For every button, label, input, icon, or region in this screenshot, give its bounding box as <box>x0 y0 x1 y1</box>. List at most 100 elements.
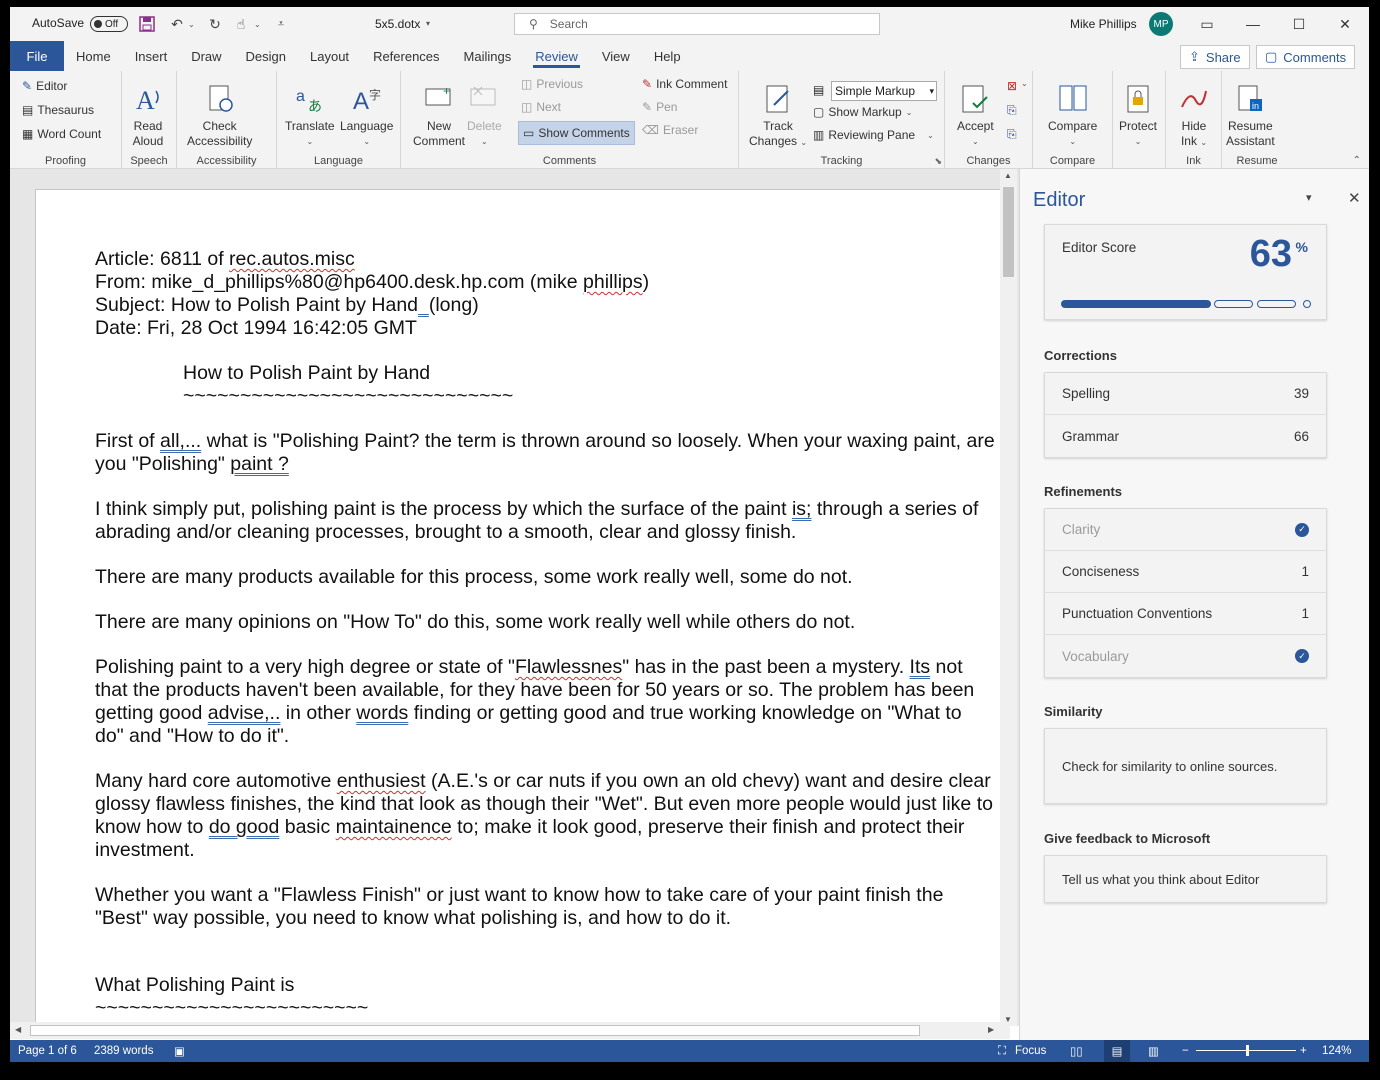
track-changes-button[interactable]: Track Changes ⌄ <box>749 83 807 150</box>
tab-file[interactable]: File <box>10 41 64 71</box>
previous-comment-button[interactable]: ◫ Previous <box>521 77 583 91</box>
document-area[interactable]: Article: 6811 of rec.autos.misc From: mi… <box>10 169 1019 1026</box>
tab-view[interactable]: View <box>590 41 642 71</box>
hide-ink-button[interactable]: Hide Ink ⌄ <box>1178 83 1210 150</box>
maximize-icon[interactable]: ☐ <box>1276 7 1322 41</box>
refinements-title: Refinements <box>1044 484 1123 499</box>
customize-qat-icon[interactable]: ⩡ <box>270 13 292 35</box>
group-label-accessibility: Accessibility <box>196 155 257 167</box>
next-change-icon[interactable]: ⎘ <box>1007 127 1017 142</box>
editor-button[interactable]: ✎ Editor <box>22 79 67 93</box>
tab-references[interactable]: References <box>361 41 451 71</box>
accept-button[interactable]: Accept ⌄ <box>957 83 994 149</box>
resume-assistant-button[interactable]: in Resume Assistant <box>1226 83 1275 149</box>
protect-button[interactable]: Protect ⌄ <box>1119 83 1157 149</box>
zoom-slider-thumb[interactable] <box>1246 1045 1249 1056</box>
undo-icon[interactable]: ↶ <box>166 13 188 35</box>
scroll-right-icon[interactable]: ▶ <box>988 1025 994 1034</box>
feedback-card[interactable]: Tell us what you think about Editor <box>1044 855 1327 903</box>
previous-change-icon[interactable]: ⎘ <box>1007 103 1017 118</box>
word-count[interactable]: 2389 words <box>94 1045 153 1057</box>
reject-dropdown-icon[interactable]: ⌄ <box>1021 79 1028 88</box>
autosave-toggle[interactable]: Off <box>90 16 128 32</box>
tab-review[interactable]: Review <box>523 41 590 71</box>
editor-score-card[interactable]: Editor Score 63 % <box>1044 224 1327 320</box>
reject-icon[interactable]: ⊠ <box>1007 79 1017 93</box>
tab-layout[interactable]: Layout <box>298 41 361 71</box>
tab-insert[interactable]: Insert <box>123 41 180 71</box>
read-mode-icon[interactable]: ▯▯ <box>1070 1044 1083 1058</box>
tab-design[interactable]: Design <box>234 41 298 71</box>
touch-mode-icon[interactable]: ☝ <box>230 13 252 35</box>
collapse-ribbon-icon[interactable]: ⌃ <box>1353 155 1361 166</box>
vertical-scroll-thumb[interactable] <box>1003 187 1014 277</box>
pen-button[interactable]: ✎ Pen <box>642 100 677 114</box>
document-body[interactable]: Article: 6811 of rec.autos.misc From: mi… <box>95 248 995 1020</box>
page-indicator[interactable]: Page 1 of 6 <box>18 1045 77 1057</box>
zoom-in-icon[interactable]: + <box>1300 1045 1307 1057</box>
search-icon: ⚲ <box>529 17 538 31</box>
ribbon-display-icon[interactable]: ▭ <box>1184 7 1230 41</box>
scroll-left-icon[interactable]: ◀ <box>15 1025 21 1034</box>
proofing-status-icon[interactable]: ▣ <box>174 1044 185 1058</box>
tab-draw[interactable]: Draw <box>179 41 233 71</box>
similarity-card[interactable]: Check for similarity to online sources. <box>1044 728 1327 804</box>
comments-button[interactable]: ▢ Comments <box>1256 45 1356 69</box>
document-title[interactable]: 5x5.dotx <box>375 17 420 31</box>
spelling-row[interactable]: Spelling 39 <box>1045 373 1326 415</box>
editor-pen-icon: ✎ <box>22 79 33 93</box>
zoom-level[interactable]: 124% <box>1322 1045 1351 1057</box>
user-name[interactable]: Mike Phillips <box>1070 17 1137 31</box>
focus-icon[interactable]: ⛶ <box>998 1045 1006 1058</box>
close-icon[interactable]: ✕ <box>1322 7 1368 41</box>
tracking-dialog-launcher-icon[interactable]: ⬊ <box>934 156 942 167</box>
group-comments: + New Comment Delete ⌄ ◫ Previous ◫ Next ▭ Sh… <box>401 71 739 169</box>
touch-dropdown-icon[interactable]: ⌄ <box>254 20 261 29</box>
web-layout-icon[interactable]: ▥ <box>1148 1044 1159 1058</box>
save-icon[interactable] <box>136 13 158 35</box>
horizontal-scroll-thumb[interactable] <box>30 1025 920 1036</box>
grammar-row[interactable]: Grammar 66 <box>1045 415 1326 457</box>
punctuation-row[interactable]: Punctuation Conventions 1 <box>1045 593 1326 635</box>
conciseness-row[interactable]: Conciseness 1 <box>1045 551 1326 593</box>
vertical-scrollbar[interactable]: ▲ ▼ <box>1000 169 1017 1026</box>
search-box[interactable]: ⚲ Search <box>514 13 880 35</box>
language-button[interactable]: A字 Language ⌄ <box>340 83 393 149</box>
pen-icon: ✎ <box>642 100 653 114</box>
tab-home[interactable]: Home <box>64 41 123 71</box>
delete-comment-button[interactable]: Delete ⌄ <box>467 83 502 149</box>
new-comment-button[interactable]: + New Comment <box>413 83 465 149</box>
show-comments-button[interactable]: ▭ Show Comments <box>518 121 635 145</box>
tab-mailings[interactable]: Mailings <box>452 41 524 71</box>
focus-button[interactable]: Focus <box>1015 1045 1046 1057</box>
vocabulary-row[interactable]: Vocabulary ✓ <box>1045 635 1326 677</box>
compare-button[interactable]: Compare ⌄ <box>1048 83 1097 149</box>
tab-help[interactable]: Help <box>642 41 693 71</box>
translate-button[interactable]: aあ Translate ⌄ <box>285 83 335 149</box>
share-button[interactable]: ⇪ Share <box>1180 45 1250 69</box>
thesaurus-button[interactable]: ▤ Thesaurus <box>22 103 94 117</box>
read-aloud-button[interactable]: A Read Aloud <box>132 83 164 149</box>
avatar[interactable]: MP <box>1149 12 1173 36</box>
autosave-label: AutoSave <box>32 16 85 30</box>
zoom-out-icon[interactable]: − <box>1182 1045 1189 1057</box>
pane-close-icon[interactable]: ✕ <box>1348 189 1361 207</box>
word-count-button[interactable]: ▦ Word Count <box>22 127 101 141</box>
undo-dropdown-icon[interactable]: ⌄ <box>188 20 195 29</box>
print-layout-icon[interactable]: ▤ <box>1104 1040 1130 1062</box>
reviewing-pane-button[interactable]: ▥ Reviewing Pane ⌄ <box>813 128 934 142</box>
horizontal-scrollbar[interactable]: ◀ ▶ <box>10 1022 1010 1039</box>
minimize-icon[interactable]: — <box>1230 7 1276 41</box>
doc-title-dropdown-icon[interactable]: ▾ <box>426 19 430 28</box>
ink-comment-button[interactable]: ✎ Ink Comment <box>642 77 727 91</box>
scroll-up-icon[interactable]: ▲ <box>1004 171 1012 180</box>
clarity-row[interactable]: Clarity ✓ <box>1045 509 1326 551</box>
pane-options-icon[interactable]: ▾ <box>1306 191 1312 204</box>
redo-icon[interactable]: ↻ <box>204 13 226 35</box>
document-page[interactable]: Article: 6811 of rec.autos.misc From: mi… <box>35 189 1005 1026</box>
markup-select[interactable]: Simple Markup ▾ <box>831 81 937 101</box>
next-comment-button[interactable]: ◫ Next <box>521 100 561 114</box>
check-accessibility-button[interactable]: Check Accessibility <box>187 83 252 149</box>
eraser-button[interactable]: ⌫ Eraser <box>642 123 698 137</box>
show-markup-button[interactable]: ▢ Show Markup ⌄ <box>813 105 912 119</box>
